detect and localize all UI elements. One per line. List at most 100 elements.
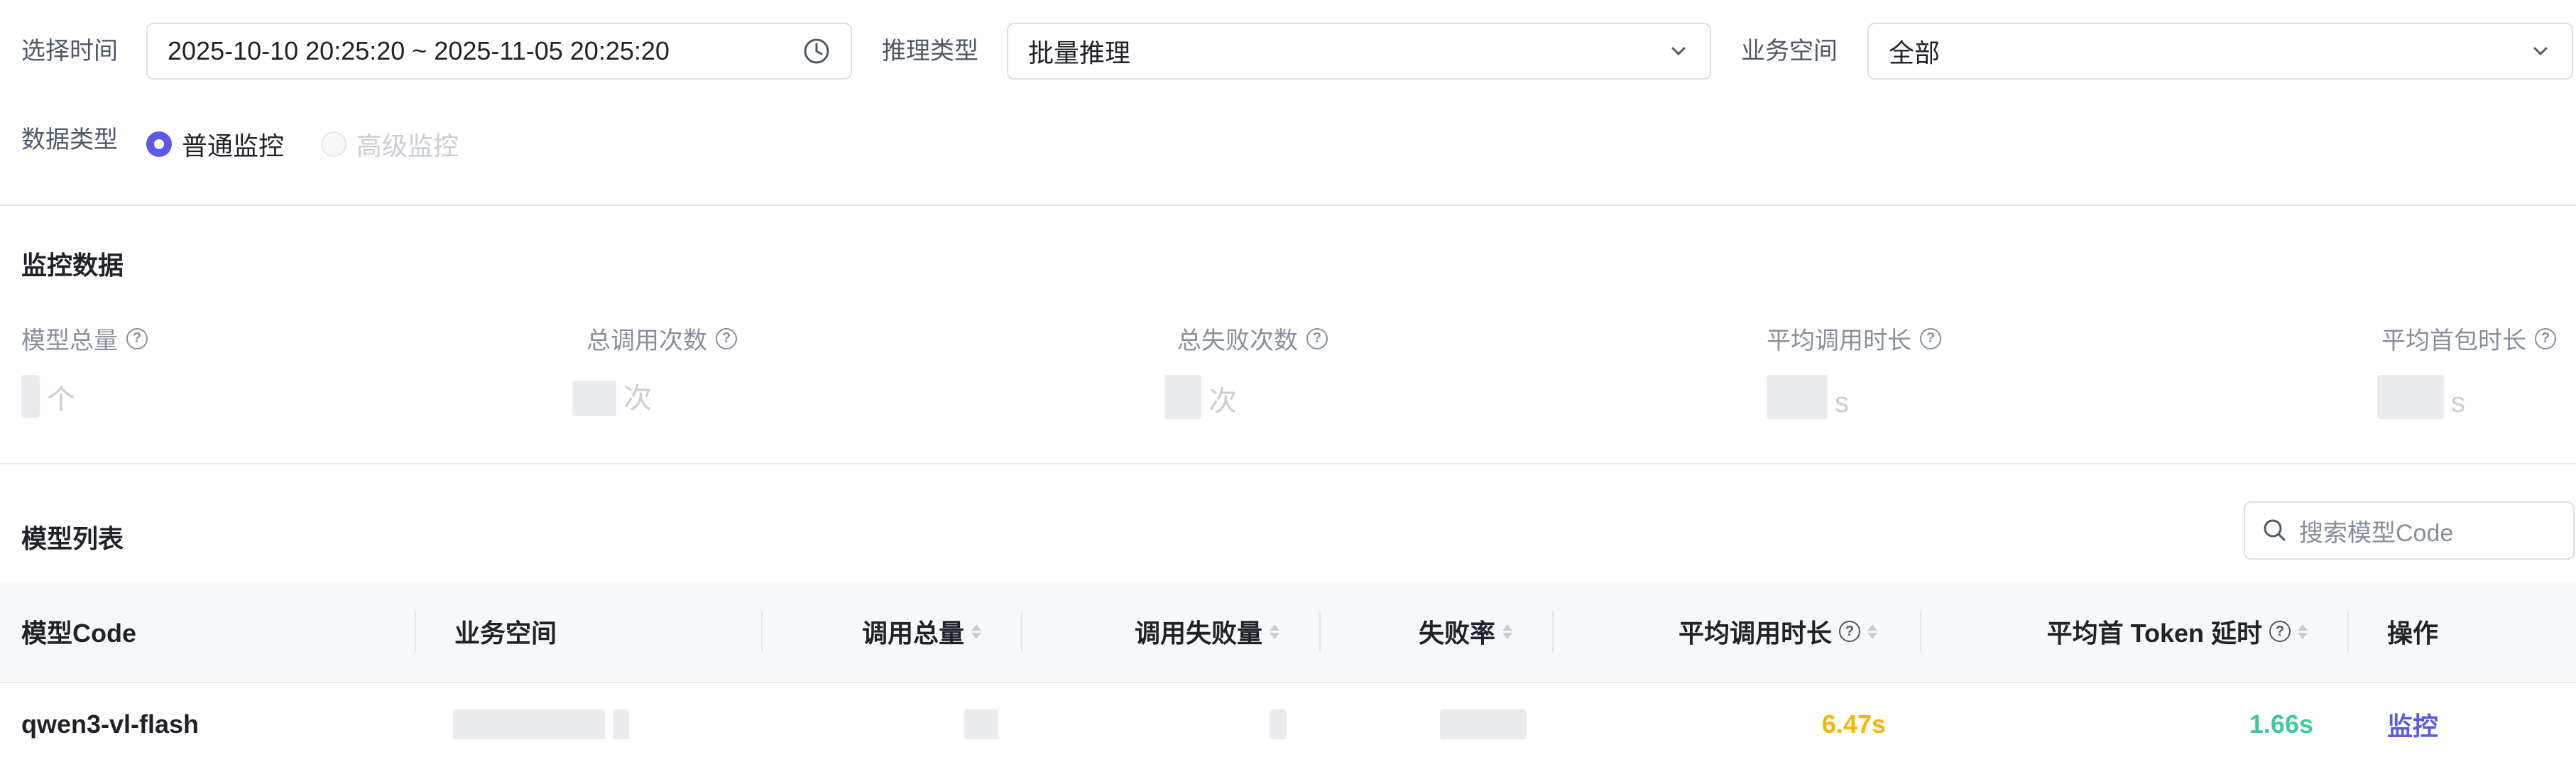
cell-failed-calls [1270, 682, 1287, 767]
sort-icon[interactable] [1867, 624, 1877, 639]
col-workspace: 业务空间 [454, 581, 557, 682]
sort-icon[interactable] [1270, 624, 1279, 639]
col-avg-call-duration[interactable]: 平均调用时长 ? [1562, 581, 1877, 682]
redacted-value [21, 375, 40, 418]
metric-total-calls-value: 次 [572, 375, 652, 416]
question-circle-icon[interactable]: ? [1839, 621, 1860, 642]
table-header: 模型Code 业务空间 调用总量 调用失败量 失败率 平均调用时长 ? 平均首 … [0, 581, 2576, 683]
time-range-picker[interactable]: 2025-10-10 20:25:20 ~ 2025-11-05 20:25:2… [146, 23, 852, 80]
model-list-title: 模型列表 [21, 524, 124, 553]
metric-unit: 个 [47, 384, 75, 415]
col-label: 平均首 Token 延时 [2046, 619, 2262, 648]
col-label: 调用失败量 [1134, 619, 1262, 648]
metric-label: 平均首包时长 [2381, 327, 2526, 354]
metric-total-failures-value: 次 [1164, 375, 1237, 419]
metric-avg-first-packet-value: s [2377, 375, 2465, 419]
col-label: 模型Code [21, 619, 137, 648]
cell-total-calls [964, 682, 998, 767]
metric-total-failures: 总失败次数 ? [1177, 321, 1328, 356]
question-circle-icon[interactable]: ? [2269, 621, 2291, 642]
metric-label: 平均调用时长 [1767, 327, 1911, 354]
workspace-value: 全部 [1889, 38, 1941, 67]
cell-avg-call-duration: 6.47s [1821, 709, 1886, 739]
metric-unit: s [2451, 387, 2465, 418]
metric-avg-call-duration: 平均调用时长 ? [1767, 321, 1941, 356]
cell-model-code: qwen3-vl-flash [21, 709, 200, 739]
chevron-down-icon [1671, 47, 1686, 55]
question-circle-icon[interactable]: ? [1306, 327, 1328, 349]
monitor-link[interactable]: 监控 [2387, 682, 2438, 767]
metric-unit: 次 [1208, 386, 1237, 417]
col-label: 失败率 [1418, 619, 1495, 648]
metric-avg-first-packet: 平均首包时长 ? [2381, 321, 2556, 356]
radio-checked-icon [146, 131, 172, 157]
col-label: 操作 [2387, 619, 2439, 648]
metric-avg-call-duration-value: s [1767, 375, 1849, 419]
column-divider[interactable] [415, 611, 416, 652]
metric-label: 总调用次数 [586, 327, 707, 354]
redacted-value [1767, 375, 1828, 419]
infer-type-value: 批量推理 [1028, 38, 1131, 67]
search-input[interactable]: 搜索模型Code [2244, 501, 2575, 560]
divider [0, 205, 2576, 206]
time-range-value: 2025-10-10 20:25:20 ~ 2025-11-05 20:25:2… [168, 36, 670, 65]
clock-icon [804, 38, 829, 64]
cell-workspace [453, 682, 629, 767]
col-avg-first-token[interactable]: 平均首 Token 延时 ? [1931, 581, 2308, 682]
col-total-calls[interactable]: 调用总量 [781, 581, 981, 682]
column-divider[interactable] [1552, 611, 1554, 652]
radio-unchecked-icon [321, 131, 346, 157]
metric-model-total-value: 个 [21, 375, 75, 418]
sort-icon[interactable] [1502, 624, 1512, 639]
sort-icon[interactable] [2298, 624, 2308, 639]
col-failure-rate[interactable]: 失败率 [1335, 581, 1512, 682]
metric-total-calls: 总调用次数 ? [586, 321, 737, 356]
divider [0, 463, 2576, 464]
infer-type-select[interactable]: 批量推理 [1007, 23, 1711, 80]
col-model-code: 模型Code [21, 581, 136, 682]
question-circle-icon[interactable]: ? [716, 327, 737, 349]
redacted-value [453, 709, 605, 739]
redacted-value [1164, 375, 1201, 419]
col-label: 业务空间 [454, 619, 557, 648]
radio-normal-monitor[interactable]: 普通监控 [146, 126, 284, 163]
data-type-label: 数据类型 [21, 126, 118, 153]
cell-failure-rate [1440, 682, 1527, 767]
metric-unit: 次 [623, 383, 652, 414]
redacted-value [1270, 709, 1287, 739]
question-circle-icon[interactable]: ? [2535, 327, 2556, 349]
metric-unit: s [1835, 387, 1849, 418]
infer-type-label: 推理类型 [882, 38, 978, 65]
metric-model-total: 模型总量 ? [21, 321, 148, 356]
col-failed-calls[interactable]: 调用失败量 [1037, 581, 1279, 682]
radio-advanced-monitor: 高级监控 [321, 126, 459, 163]
redacted-value [964, 709, 998, 739]
workspace-select[interactable]: 全部 [1867, 23, 2573, 80]
search-placeholder: 搜索模型Code [2299, 519, 2454, 547]
redacted-value [572, 381, 616, 416]
redacted-value [2377, 375, 2444, 419]
column-divider[interactable] [1920, 611, 1921, 652]
column-divider[interactable] [1319, 611, 1321, 652]
metric-label: 模型总量 [21, 327, 118, 354]
metric-label: 总失败次数 [1177, 327, 1298, 354]
chevron-down-icon [2533, 47, 2548, 55]
question-circle-icon[interactable]: ? [126, 327, 148, 349]
column-divider[interactable] [2347, 611, 2349, 652]
redacted-value [1440, 709, 1527, 739]
radio-advanced-monitor-label: 高级监控 [356, 131, 459, 161]
col-label: 调用总量 [861, 619, 964, 648]
column-divider[interactable] [761, 611, 763, 652]
col-label: 平均调用时长 [1678, 619, 1832, 648]
cell-avg-first-token: 1.66s [2249, 709, 2313, 739]
radio-normal-monitor-label: 普通监控 [182, 131, 285, 161]
workspace-label: 业务空间 [1741, 38, 1838, 65]
column-divider[interactable] [1021, 611, 1022, 652]
question-circle-icon[interactable]: ? [1920, 327, 1941, 349]
redacted-value [613, 709, 629, 739]
col-action: 操作 [2387, 581, 2438, 682]
time-label: 选择时间 [21, 38, 118, 65]
sort-icon[interactable] [971, 624, 981, 639]
search-icon [2264, 519, 2286, 541]
monitor-section-title: 监控数据 [21, 251, 124, 280]
